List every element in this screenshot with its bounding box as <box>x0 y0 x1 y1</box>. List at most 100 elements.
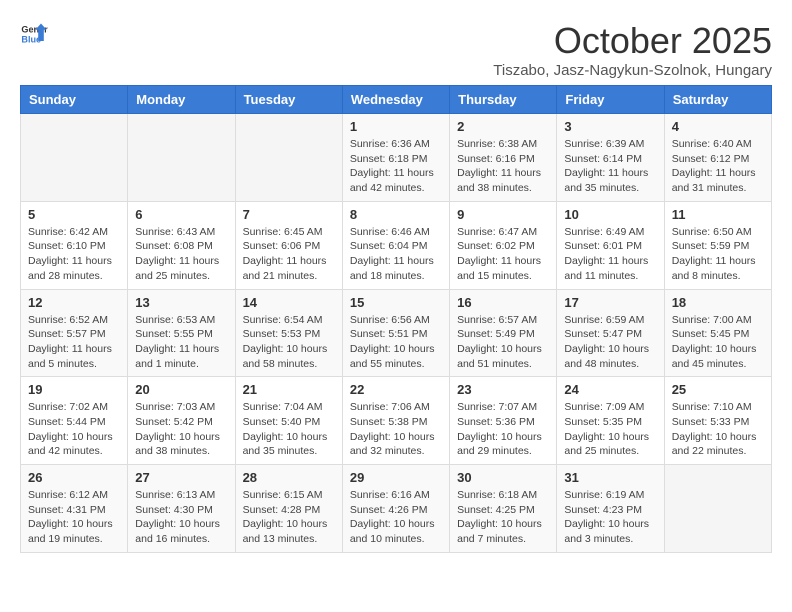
day-info: Sunrise: 6:47 AM Sunset: 6:02 PM Dayligh… <box>457 225 549 284</box>
day-cell <box>128 114 235 202</box>
week-row-2: 5 Sunrise: 6:42 AM Sunset: 6:10 PM Daylig… <box>21 201 772 289</box>
day-cell: 3 Sunrise: 6:39 AM Sunset: 6:14 PM Daylig… <box>557 114 664 202</box>
day-number: 30 <box>457 470 549 485</box>
day-cell: 9 Sunrise: 6:47 AM Sunset: 6:02 PM Daylig… <box>450 201 557 289</box>
day-info: Sunrise: 6:59 AM Sunset: 5:47 PM Dayligh… <box>564 313 656 372</box>
day-cell: 30 Sunrise: 6:18 AM Sunset: 4:25 PM Dayli… <box>450 465 557 553</box>
day-cell <box>21 114 128 202</box>
day-number: 13 <box>135 295 227 310</box>
week-row-5: 26 Sunrise: 6:12 AM Sunset: 4:31 PM Dayli… <box>21 465 772 553</box>
day-number: 20 <box>135 382 227 397</box>
weekday-header-row: SundayMondayTuesdayWednesdayThursdayFrid… <box>21 86 772 114</box>
day-info: Sunrise: 6:42 AM Sunset: 6:10 PM Dayligh… <box>28 225 120 284</box>
day-cell: 19 Sunrise: 7:02 AM Sunset: 5:44 PM Dayli… <box>21 377 128 465</box>
day-number: 3 <box>564 119 656 134</box>
day-number: 28 <box>243 470 335 485</box>
day-info: Sunrise: 6:43 AM Sunset: 6:08 PM Dayligh… <box>135 225 227 284</box>
day-cell: 26 Sunrise: 6:12 AM Sunset: 4:31 PM Dayli… <box>21 465 128 553</box>
day-info: Sunrise: 7:09 AM Sunset: 5:35 PM Dayligh… <box>564 400 656 459</box>
day-cell: 23 Sunrise: 7:07 AM Sunset: 5:36 PM Dayli… <box>450 377 557 465</box>
day-cell: 24Sunrise: 7:09 AM Sunset: 5:35 PM Dayli… <box>557 377 664 465</box>
day-info: Sunrise: 6:54 AM Sunset: 5:53 PM Dayligh… <box>243 313 335 372</box>
day-cell: 27 Sunrise: 6:13 AM Sunset: 4:30 PM Dayli… <box>128 465 235 553</box>
day-number: 11 <box>672 207 764 222</box>
day-cell: 21 Sunrise: 7:04 AM Sunset: 5:40 PM Dayli… <box>235 377 342 465</box>
day-info: Sunrise: 7:04 AM Sunset: 5:40 PM Dayligh… <box>243 400 335 459</box>
day-number: 15 <box>350 295 442 310</box>
day-number: 8 <box>350 207 442 222</box>
day-cell: 1 Sunrise: 6:36 AM Sunset: 6:18 PM Daylig… <box>342 114 449 202</box>
day-info: Sunrise: 7:07 AM Sunset: 5:36 PM Dayligh… <box>457 400 549 459</box>
day-info: Sunrise: 7:06 AM Sunset: 5:38 PM Dayligh… <box>350 400 442 459</box>
day-info: Sunrise: 6:13 AM Sunset: 4:30 PM Dayligh… <box>135 488 227 547</box>
day-number: 26 <box>28 470 120 485</box>
day-cell: 6 Sunrise: 6:43 AM Sunset: 6:08 PM Daylig… <box>128 201 235 289</box>
day-cell: 25Sunrise: 7:10 AM Sunset: 5:33 PM Dayli… <box>664 377 771 465</box>
day-info: Sunrise: 7:10 AM Sunset: 5:33 PM Dayligh… <box>672 400 764 459</box>
day-cell: 10Sunrise: 6:49 AM Sunset: 6:01 PM Dayli… <box>557 201 664 289</box>
day-cell: 20Sunrise: 7:03 AM Sunset: 5:42 PM Dayli… <box>128 377 235 465</box>
day-number: 19 <box>28 382 120 397</box>
day-info: Sunrise: 7:00 AM Sunset: 5:45 PM Dayligh… <box>672 313 764 372</box>
day-cell <box>235 114 342 202</box>
location-title: Tiszabo, Jasz-Nagykun-Szolnok, Hungary <box>493 62 772 79</box>
day-info: Sunrise: 6:12 AM Sunset: 4:31 PM Dayligh… <box>28 488 120 547</box>
day-number: 12 <box>28 295 120 310</box>
day-info: Sunrise: 6:36 AM Sunset: 6:18 PM Dayligh… <box>350 137 442 196</box>
week-row-3: 12Sunrise: 6:52 AM Sunset: 5:57 PM Dayli… <box>21 289 772 377</box>
day-number: 2 <box>457 119 549 134</box>
day-number: 22 <box>350 382 442 397</box>
day-cell: 13 Sunrise: 6:53 AM Sunset: 5:55 PM Dayli… <box>128 289 235 377</box>
week-row-1: 1 Sunrise: 6:36 AM Sunset: 6:18 PM Daylig… <box>21 114 772 202</box>
day-number: 29 <box>350 470 442 485</box>
day-number: 6 <box>135 207 227 222</box>
day-number: 21 <box>243 382 335 397</box>
day-cell: 31 Sunrise: 6:19 AM Sunset: 4:23 PM Dayli… <box>557 465 664 553</box>
day-cell: 12Sunrise: 6:52 AM Sunset: 5:57 PM Dayli… <box>21 289 128 377</box>
day-info: Sunrise: 6:50 AM Sunset: 5:59 PM Dayligh… <box>672 225 764 284</box>
day-cell: 17 Sunrise: 6:59 AM Sunset: 5:47 PM Dayli… <box>557 289 664 377</box>
day-info: Sunrise: 6:16 AM Sunset: 4:26 PM Dayligh… <box>350 488 442 547</box>
day-cell: 14 Sunrise: 6:54 AM Sunset: 5:53 PM Dayli… <box>235 289 342 377</box>
day-info: Sunrise: 6:49 AM Sunset: 6:01 PM Dayligh… <box>564 225 656 284</box>
day-info: Sunrise: 6:39 AM Sunset: 6:14 PM Dayligh… <box>564 137 656 196</box>
day-number: 9 <box>457 207 549 222</box>
day-info: Sunrise: 7:02 AM Sunset: 5:44 PM Dayligh… <box>28 400 120 459</box>
day-info: Sunrise: 6:40 AM Sunset: 6:12 PM Dayligh… <box>672 137 764 196</box>
day-cell: 16Sunrise: 6:57 AM Sunset: 5:49 PM Dayli… <box>450 289 557 377</box>
day-info: Sunrise: 6:38 AM Sunset: 6:16 PM Dayligh… <box>457 137 549 196</box>
day-cell <box>664 465 771 553</box>
logo: General Blue <box>20 20 48 48</box>
day-number: 1 <box>350 119 442 134</box>
day-info: Sunrise: 6:15 AM Sunset: 4:28 PM Dayligh… <box>243 488 335 547</box>
svg-text:Blue: Blue <box>21 34 41 44</box>
day-info: Sunrise: 6:18 AM Sunset: 4:25 PM Dayligh… <box>457 488 549 547</box>
calendar-table: SundayMondayTuesdayWednesdayThursdayFrid… <box>20 85 772 553</box>
weekday-header-sunday: Sunday <box>21 86 128 114</box>
day-number: 4 <box>672 119 764 134</box>
day-info: Sunrise: 6:56 AM Sunset: 5:51 PM Dayligh… <box>350 313 442 372</box>
logo-icon: General Blue <box>20 20 48 48</box>
day-cell: 15 Sunrise: 6:56 AM Sunset: 5:51 PM Dayli… <box>342 289 449 377</box>
day-number: 23 <box>457 382 549 397</box>
day-cell: 4 Sunrise: 6:40 AM Sunset: 6:12 PM Daylig… <box>664 114 771 202</box>
weekday-header-friday: Friday <box>557 86 664 114</box>
day-number: 17 <box>564 295 656 310</box>
day-number: 18 <box>672 295 764 310</box>
weekday-header-saturday: Saturday <box>664 86 771 114</box>
day-cell: 18 Sunrise: 7:00 AM Sunset: 5:45 PM Dayli… <box>664 289 771 377</box>
day-number: 27 <box>135 470 227 485</box>
day-info: Sunrise: 6:57 AM Sunset: 5:49 PM Dayligh… <box>457 313 549 372</box>
day-cell: 22 Sunrise: 7:06 AM Sunset: 5:38 PM Dayli… <box>342 377 449 465</box>
day-cell: 29 Sunrise: 6:16 AM Sunset: 4:26 PM Dayli… <box>342 465 449 553</box>
day-number: 5 <box>28 207 120 222</box>
page-header: General Blue October 2025 Tiszabo, Jasz-… <box>20 20 772 79</box>
day-info: Sunrise: 6:53 AM Sunset: 5:55 PM Dayligh… <box>135 313 227 372</box>
day-number: 31 <box>564 470 656 485</box>
day-number: 14 <box>243 295 335 310</box>
weekday-header-tuesday: Tuesday <box>235 86 342 114</box>
day-info: Sunrise: 6:19 AM Sunset: 4:23 PM Dayligh… <box>564 488 656 547</box>
day-cell: 8Sunrise: 6:46 AM Sunset: 6:04 PM Daylig… <box>342 201 449 289</box>
weekday-header-thursday: Thursday <box>450 86 557 114</box>
day-info: Sunrise: 6:45 AM Sunset: 6:06 PM Dayligh… <box>243 225 335 284</box>
